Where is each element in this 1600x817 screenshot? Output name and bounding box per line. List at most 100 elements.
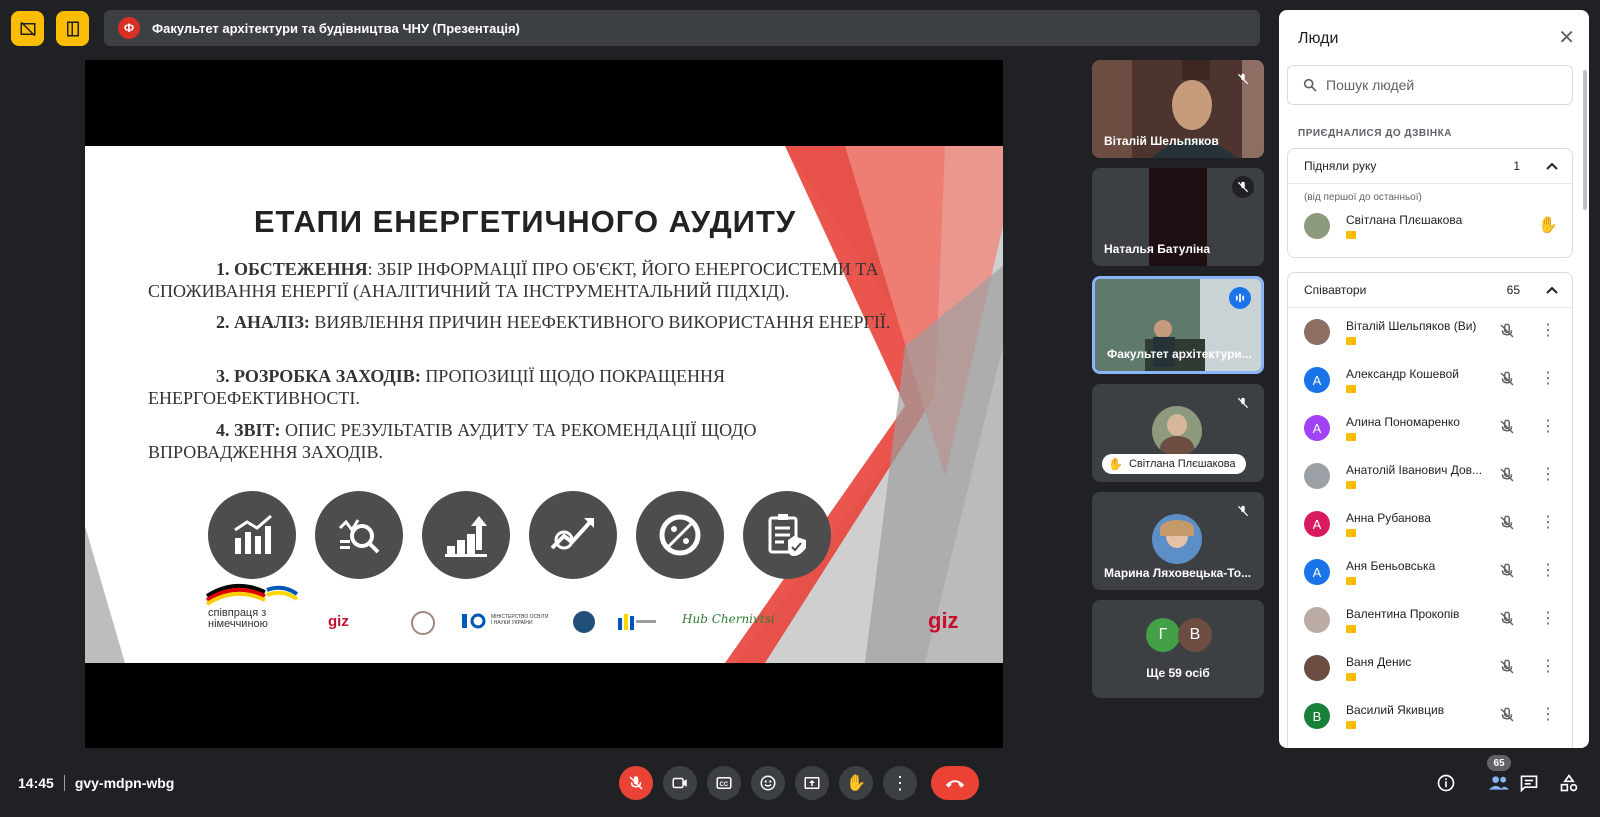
trend-target-icon bbox=[529, 491, 617, 579]
hide-presenter-button[interactable] bbox=[11, 11, 44, 46]
raise-hand-button[interactable]: ✋ bbox=[839, 766, 873, 800]
presenter-badge-icon bbox=[1346, 721, 1356, 729]
avatar bbox=[1304, 213, 1330, 239]
search-people-input[interactable]: Пошук людей bbox=[1287, 65, 1573, 105]
camera-toggle-button[interactable] bbox=[663, 766, 697, 800]
chat-button[interactable] bbox=[1516, 770, 1542, 796]
raised-hands-section: Підняли руку 1 (від першої до останньої)… bbox=[1287, 148, 1573, 258]
muted-mic-icon[interactable] bbox=[1498, 322, 1516, 345]
list-item[interactable]: A Алина Пономаренко ⋮ bbox=[1288, 404, 1572, 452]
more-vert-icon[interactable]: ⋮ bbox=[1540, 704, 1556, 724]
person-name: Ваня Денис bbox=[1346, 655, 1412, 669]
slide-title: ЕТАПИ ЕНЕРГЕТИЧНОГО АУДИТУ bbox=[253, 204, 797, 239]
person-info: Алина Пономаренко bbox=[1346, 415, 1486, 441]
speaking-indicator-icon bbox=[1229, 287, 1251, 309]
list-item[interactable]: Віталій Шельпяков (Ви) ⋮ bbox=[1288, 308, 1572, 356]
slide-point-4: 4. ЗВІТ: ОПИС РЕЗУЛЬТАТІВ АУДИТУ ТА РЕКО… bbox=[148, 420, 757, 462]
contributors-header[interactable]: Співавтори 65 bbox=[1288, 273, 1572, 308]
participant-tile-faculty[interactable]: Факультет архітектури... bbox=[1092, 276, 1264, 374]
more-vert-icon[interactable]: ⋮ bbox=[1540, 560, 1556, 580]
raised-hand-chip: ✋ Світлана Плєшакова bbox=[1102, 454, 1246, 474]
more-vert-icon[interactable]: ⋮ bbox=[1540, 464, 1556, 484]
participant-tile-vitalii[interactable]: Віталій Шельпяков bbox=[1092, 60, 1264, 158]
list-item[interactable]: A Аня Беньовська ⋮ bbox=[1288, 548, 1572, 596]
university-seal-logo bbox=[411, 611, 435, 635]
more-vert-icon[interactable]: ⋮ bbox=[1540, 656, 1556, 676]
ukraine-ministry-emblem bbox=[460, 612, 490, 630]
chat-icon bbox=[1520, 775, 1538, 793]
video-icon bbox=[672, 777, 687, 789]
meeting-details-button[interactable] bbox=[1433, 770, 1459, 796]
person-info: Василий Якивцив bbox=[1346, 703, 1486, 729]
person-info: Валентина Прокопів bbox=[1346, 607, 1486, 633]
meeting-time: 14:45 bbox=[18, 775, 54, 791]
layout-button[interactable] bbox=[56, 11, 89, 46]
avatar bbox=[1304, 319, 1330, 345]
search-placeholder: Пошук людей bbox=[1326, 77, 1415, 93]
more-vert-icon[interactable]: ⋮ bbox=[1540, 368, 1556, 388]
present-screen-button[interactable] bbox=[795, 766, 829, 800]
list-item[interactable]: Анатолій Іванович Дов... ⋮ bbox=[1288, 452, 1572, 500]
avatar: A bbox=[1304, 367, 1330, 393]
cooperation-logo-text: співпраця з німеччиною bbox=[208, 607, 268, 630]
presenter-badge-icon bbox=[1346, 385, 1356, 393]
raised-hands-order: (від першої до останньої) bbox=[1304, 192, 1422, 203]
list-item[interactable]: Ваня Денис ⋮ bbox=[1288, 644, 1572, 692]
muted-mic-icon[interactable] bbox=[1498, 658, 1516, 681]
people-icon bbox=[1489, 776, 1509, 790]
more-vert-icon[interactable]: ⋮ bbox=[1540, 416, 1556, 436]
captions-button[interactable]: CC bbox=[707, 766, 741, 800]
close-icon[interactable]: ✕ bbox=[1558, 28, 1575, 48]
presenter-badge-icon bbox=[1346, 625, 1356, 633]
muted-mic-icon bbox=[1232, 68, 1254, 90]
more-options-button[interactable]: ⋮ bbox=[883, 766, 917, 800]
muted-mic-icon[interactable] bbox=[1498, 466, 1516, 489]
more-vert-icon[interactable]: ⋮ bbox=[1540, 512, 1556, 532]
captions-icon: CC bbox=[716, 777, 732, 789]
avatar bbox=[1152, 514, 1202, 564]
chart-growth-icon bbox=[208, 491, 296, 579]
person-info: Світлана Плєшакова bbox=[1346, 213, 1486, 239]
muted-mic-icon[interactable] bbox=[1498, 706, 1516, 729]
participant-tile-svitlana[interactable]: ✋ Світлана Плєшакова bbox=[1092, 384, 1264, 482]
list-item[interactable]: A Анна Рубанова ⋮ bbox=[1288, 500, 1572, 548]
list-item[interactable]: Валентина Прокопів ⋮ bbox=[1288, 596, 1572, 644]
muted-mic-icon[interactable] bbox=[1498, 562, 1516, 585]
contributors-count: 65 bbox=[1506, 283, 1520, 297]
leave-call-button[interactable] bbox=[931, 766, 979, 800]
people-button[interactable] bbox=[1486, 770, 1512, 796]
mic-off-icon bbox=[629, 776, 643, 790]
activities-button[interactable] bbox=[1556, 770, 1582, 796]
muted-mic-icon bbox=[1232, 176, 1254, 198]
meeting-info: 14:45 gvy-mdpn-wbg bbox=[18, 775, 174, 791]
participant-tile-maryna[interactable]: Марина Ляховецька-То... bbox=[1092, 492, 1264, 590]
list-item[interactable]: Світлана Плєшакова ✋ bbox=[1288, 203, 1572, 249]
person-info: Анна Рубанова bbox=[1346, 511, 1486, 537]
raised-hands-count: 1 bbox=[1513, 159, 1520, 173]
presentation-bar: Ф Факультет архітектури та будівництва Ч… bbox=[104, 10, 1260, 46]
participant-tile-natalia[interactable]: Наталья Батуліна bbox=[1092, 168, 1264, 266]
slide-point-2: 2. АНАЛІЗ: ВИЯВЛЕННЯ ПРИЧИН НЕЕФЕКТИВНОГ… bbox=[216, 312, 891, 332]
raised-hands-header[interactable]: Підняли руку 1 bbox=[1288, 149, 1572, 184]
more-participants-tile[interactable]: Г В Ще 59 осіб bbox=[1092, 600, 1264, 698]
muted-mic-icon[interactable] bbox=[1498, 370, 1516, 393]
presenter-badge-icon bbox=[1346, 231, 1356, 239]
presenter-badge-icon bbox=[1346, 337, 1356, 345]
mic-toggle-button[interactable] bbox=[619, 766, 653, 800]
muted-mic-icon[interactable] bbox=[1498, 514, 1516, 537]
muted-mic-icon[interactable] bbox=[1498, 418, 1516, 441]
svg-text:CC: CC bbox=[720, 782, 729, 788]
panel-scrollbar[interactable] bbox=[1583, 70, 1587, 210]
hand-icon: ✋ bbox=[846, 775, 866, 792]
list-item[interactable]: B Василий Якивцив ⋮ bbox=[1288, 692, 1572, 740]
presentation-title: Факультет архітектури та будівництва ЧНУ… bbox=[152, 20, 520, 36]
search-icon bbox=[1303, 78, 1317, 92]
reactions-button[interactable] bbox=[751, 766, 785, 800]
no-video-icon bbox=[20, 21, 35, 36]
list-item[interactable]: A Александр Кошевой ⋮ bbox=[1288, 356, 1572, 404]
more-vert-icon[interactable]: ⋮ bbox=[1540, 320, 1556, 340]
muted-mic-icon[interactable] bbox=[1498, 610, 1516, 633]
lower-hand-icon[interactable]: ✋ bbox=[1538, 215, 1558, 235]
more-vert-icon[interactable]: ⋮ bbox=[1540, 608, 1556, 628]
avatar bbox=[1152, 406, 1202, 456]
